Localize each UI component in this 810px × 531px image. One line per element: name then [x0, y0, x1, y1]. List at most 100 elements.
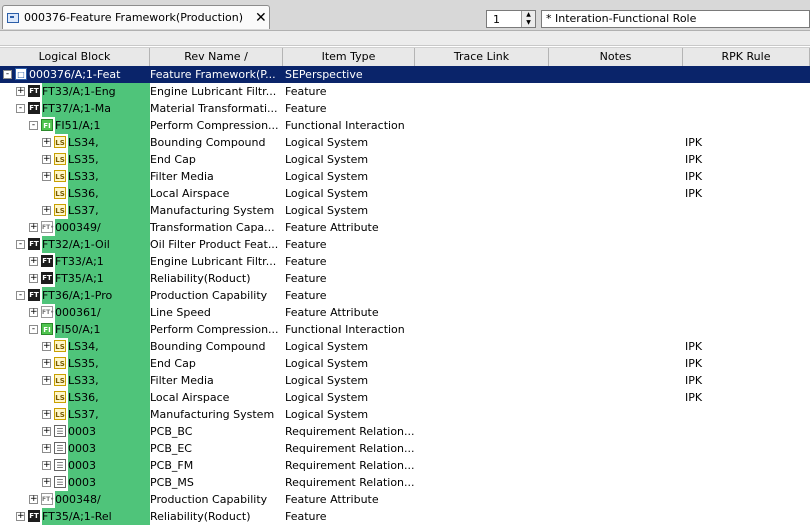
tree-row[interactable]: - FT FT32/A;1-Oil Oil Filter Product Feat..…	[0, 236, 810, 253]
ls-node-icon: LS	[54, 357, 66, 369]
tree-row[interactable]: + LS LS33, Filter Media Logical System IPK	[0, 168, 810, 185]
item-type-cell: Logical System	[285, 187, 369, 200]
rpk-rule-cell	[685, 423, 805, 440]
tree-row[interactable]: - FI FI50/A;1 Perform Compression... Functio…	[0, 321, 810, 338]
tree-row[interactable]: + FT FT33/A;1 Engine Lubricant Filtr... Feat…	[0, 253, 810, 270]
expand-icon[interactable]: +	[42, 155, 51, 164]
stepper-down-icon[interactable]: ▼	[522, 19, 535, 27]
expand-icon[interactable]: +	[42, 359, 51, 368]
tree-row[interactable]: + FT• 000361/Line Speed Feature Attribute	[0, 304, 810, 321]
collapse-icon[interactable]: -	[16, 291, 25, 300]
tree-row[interactable]: + FT• 000348/Production Capability Feature …	[0, 491, 810, 508]
tree-row[interactable]: + FT FT35/A;1-Rel Reliability(Roduct) Featur…	[0, 508, 810, 525]
tree-row[interactable]: - FT FT37/A;1-Ma Material Transformati... Fe…	[0, 100, 810, 117]
logical-block-cell: LS37,	[68, 202, 150, 219]
rev-name-cell: Local Airspace	[150, 187, 230, 200]
rev-name-cell: PCB_MS	[150, 476, 194, 489]
col-notes[interactable]: Notes	[549, 48, 683, 66]
level-stepper[interactable]: 1 ▲ ▼	[486, 10, 536, 28]
expand-icon[interactable]: +	[42, 172, 51, 181]
rpk-rule-cell	[685, 474, 805, 491]
tree-row[interactable]: + FT• 000349/Transformation Capa... Feature…	[0, 219, 810, 236]
col-logical-block[interactable]: Logical Block	[0, 48, 150, 66]
tree-row[interactable]: + LS LS37, Manufacturing System Logical Syst…	[0, 202, 810, 219]
expand-icon[interactable]: +	[42, 444, 51, 453]
document-icon	[7, 12, 19, 23]
col-item-type[interactable]: Item Type	[283, 48, 415, 66]
expand-icon[interactable]: +	[29, 308, 38, 317]
tree-row[interactable]: LS LS36, Local Airspace Logical System IPK	[0, 389, 810, 406]
expand-icon[interactable]: +	[42, 427, 51, 436]
ls-node-icon: LS	[54, 170, 66, 182]
tree-row[interactable]: - FT FT36/A;1-Pro Production Capability Feat…	[0, 287, 810, 304]
collapse-icon[interactable]: -	[3, 70, 12, 79]
expand-icon[interactable]: +	[16, 87, 25, 96]
tree-row[interactable]: + ☰ 0003 PCB_BC Requirement Relation...	[0, 423, 810, 440]
item-type-cell: Logical System	[285, 408, 369, 421]
expand-icon[interactable]: +	[16, 512, 25, 521]
tree-row[interactable]: + LS LS33, Filter Media Logical System IPK	[0, 372, 810, 389]
item-type-cell: Feature	[285, 510, 327, 523]
role-dropdown[interactable]: * Interation-Functional Role	[541, 10, 810, 28]
ft-node-icon: FT	[28, 102, 40, 114]
tree-row[interactable]: + LS LS37, Manufacturing System Logical Syst…	[0, 406, 810, 423]
tree-row[interactable]: + LS LS35, End Cap Logical System IPK	[0, 355, 810, 372]
expand-icon[interactable]: +	[42, 410, 51, 419]
close-icon[interactable]: ✕	[255, 11, 267, 25]
doc-node-icon: ☰	[54, 476, 66, 488]
expand-icon[interactable]: +	[29, 257, 38, 266]
collapse-icon[interactable]: -	[16, 240, 25, 249]
tree-row[interactable]: + ☰ 0003 PCB_MS Requirement Relation...	[0, 474, 810, 491]
rpk-rule-cell	[685, 508, 805, 525]
collapse-icon[interactable]: -	[29, 325, 38, 334]
col-rpk-rule[interactable]: RPK Rule	[683, 48, 810, 66]
rpk-rule-cell	[685, 202, 805, 219]
rpk-rule-cell	[685, 253, 805, 270]
rev-name-cell: Filter Media	[150, 170, 214, 183]
collapse-icon[interactable]: -	[29, 121, 38, 130]
rpk-rule-cell: IPK	[685, 340, 703, 353]
col-trace-link[interactable]: Trace Link	[415, 48, 549, 66]
tab-feature-framework[interactable]: 000376-Feature Framework(Production) ✕	[2, 5, 270, 29]
expand-icon[interactable]: +	[42, 478, 51, 487]
ls-node-icon: LS	[54, 340, 66, 352]
stepper-buttons[interactable]: ▲ ▼	[521, 11, 535, 27]
tree-row[interactable]: - □ 000376/A;1-Feat Feature Framework(P... S…	[0, 66, 810, 83]
col-rev-name[interactable]: Rev Name /	[150, 48, 283, 66]
rpk-rule-cell	[685, 457, 805, 474]
tab-title: 000376-Feature Framework(Production)	[24, 11, 244, 24]
expand-icon[interactable]: +	[42, 206, 51, 215]
collapse-icon[interactable]: -	[16, 104, 25, 113]
logical-block-cell: FT32/A;1-Oil	[42, 236, 150, 253]
fi-node-icon: FI	[41, 323, 53, 335]
expand-icon[interactable]: +	[29, 274, 38, 283]
tree-row[interactable]: + FT FT33/A;1-Eng Engine Lubricant Filtr...…	[0, 83, 810, 100]
level-value[interactable]: 1	[487, 13, 521, 26]
tree-row[interactable]: + FT FT35/A;1 Reliability(Roduct) Feature	[0, 270, 810, 287]
item-type-cell: Logical System	[285, 136, 369, 149]
rpk-rule-cell	[685, 66, 805, 83]
expand-icon[interactable]: +	[42, 342, 51, 351]
item-type-cell: Requirement Relation...	[285, 476, 415, 489]
expand-icon[interactable]: +	[29, 495, 38, 504]
expand-icon[interactable]: +	[42, 376, 51, 385]
expand-icon[interactable]: +	[29, 223, 38, 232]
tree-row[interactable]: + LS LS34, Bounding Compound Logical System I…	[0, 338, 810, 355]
stepper-up-icon[interactable]: ▲	[522, 11, 535, 19]
expand-icon[interactable]: +	[42, 461, 51, 470]
tree-row[interactable]: + ☰ 0003 PCB_FM Requirement Relation...	[0, 457, 810, 474]
item-type-cell: Functional Interaction	[285, 119, 405, 132]
rev-name-cell: PCB_EC	[150, 442, 192, 455]
logical-block-cell: LS34,	[68, 338, 150, 355]
tree-row[interactable]: LS LS36, Local Airspace Logical System IPK	[0, 185, 810, 202]
ls-node-icon: LS	[54, 374, 66, 386]
expand-icon[interactable]: +	[42, 138, 51, 147]
tree-row[interactable]: + LS LS34, Bounding Compound Logical System I…	[0, 134, 810, 151]
doc-node-icon: ☰	[54, 442, 66, 454]
tree-row[interactable]: + LS LS35, End Cap Logical System IPK	[0, 151, 810, 168]
rev-name-cell: Local Airspace	[150, 391, 230, 404]
logical-block-cell: FT35/A;1	[55, 270, 150, 287]
rev-name-cell: Feature Framework(P...	[150, 68, 276, 81]
tree-row[interactable]: - FI FI51/A;1 Perform Compression... Functio…	[0, 117, 810, 134]
tree-row[interactable]: + ☰ 0003 PCB_EC Requirement Relation...	[0, 440, 810, 457]
